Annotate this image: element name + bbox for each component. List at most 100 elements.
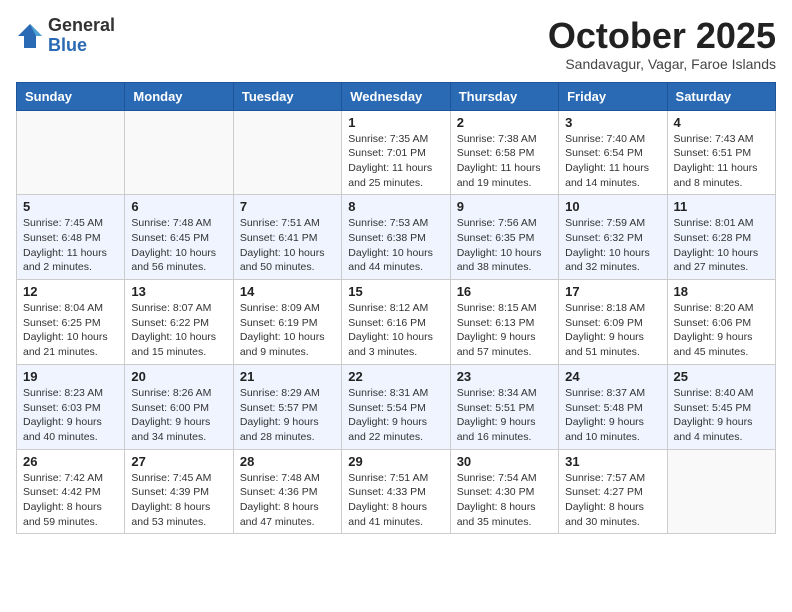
day-info: Sunrise: 8:15 AM Sunset: 6:13 PM Dayligh… xyxy=(457,301,552,360)
calendar-cell: 17Sunrise: 8:18 AM Sunset: 6:09 PM Dayli… xyxy=(559,280,667,365)
day-info: Sunrise: 7:56 AM Sunset: 6:35 PM Dayligh… xyxy=(457,216,552,275)
day-number: 3 xyxy=(565,115,660,130)
day-number: 16 xyxy=(457,284,552,299)
day-info: Sunrise: 8:40 AM Sunset: 5:45 PM Dayligh… xyxy=(674,386,769,445)
calendar-cell: 8Sunrise: 7:53 AM Sunset: 6:38 PM Daylig… xyxy=(342,195,450,280)
calendar-cell xyxy=(667,449,775,534)
calendar-cell: 30Sunrise: 7:54 AM Sunset: 4:30 PM Dayli… xyxy=(450,449,558,534)
day-number: 15 xyxy=(348,284,443,299)
day-number: 31 xyxy=(565,454,660,469)
week-row-4: 19 Sunrise: 8:23 AM Sunset: 6:03 PM Dayli… xyxy=(17,364,776,449)
day-number: 27 xyxy=(131,454,226,469)
day-info: Sunrise: 8:26 AM Sunset: 6:00 PM Dayligh… xyxy=(131,386,226,445)
day-info: Sunrise: 7:42 AM Sunset: 4:42 PM Dayligh… xyxy=(23,471,118,530)
calendar-cell xyxy=(233,110,341,195)
calendar-cell: 23 Sunrise: 8:34 AM Sunset: 5:51 PM Dayli… xyxy=(450,364,558,449)
day-info: Sunrise: 7:53 AM Sunset: 6:38 PM Dayligh… xyxy=(348,216,443,275)
day-number: 29 xyxy=(348,454,443,469)
day-info: Sunrise: 7:40 AM Sunset: 6:54 PM Dayligh… xyxy=(565,132,660,191)
day-number: 5 xyxy=(23,199,118,214)
calendar-cell: 13Sunrise: 8:07 AM Sunset: 6:22 PM Dayli… xyxy=(125,280,233,365)
day-info: Sunrise: 8:01 AM Sunset: 6:28 PM Dayligh… xyxy=(674,216,769,275)
title-block: October 2025 Sandavagur, Vagar, Faroe Is… xyxy=(548,16,776,72)
logo-icon xyxy=(16,22,44,50)
day-number: 21 xyxy=(240,369,335,384)
day-number: 2 xyxy=(457,115,552,130)
day-info: Sunrise: 8:23 AM Sunset: 6:03 PM Dayligh… xyxy=(23,386,118,445)
calendar-cell: 27 Sunrise: 7:45 AM Sunset: 4:39 PM Dayli… xyxy=(125,449,233,534)
day-info: Sunrise: 8:09 AM Sunset: 6:19 PM Dayligh… xyxy=(240,301,335,360)
day-number: 26 xyxy=(23,454,118,469)
calendar-cell xyxy=(125,110,233,195)
calendar-cell: 18 Sunrise: 8:20 AM Sunset: 6:06 PM Dayli… xyxy=(667,280,775,365)
day-info: Sunrise: 8:20 AM Sunset: 6:06 PM Dayligh… xyxy=(674,301,769,360)
logo-general: General xyxy=(48,15,115,35)
day-info: Sunrise: 7:45 AM Sunset: 6:48 PM Dayligh… xyxy=(23,216,118,275)
calendar-table: SundayMondayTuesdayWednesdayThursdayFrid… xyxy=(16,82,776,535)
day-info: Sunrise: 7:45 AM Sunset: 4:39 PM Dayligh… xyxy=(131,471,226,530)
day-info: Sunrise: 8:12 AM Sunset: 6:16 PM Dayligh… xyxy=(348,301,443,360)
weekday-header-saturday: Saturday xyxy=(667,82,775,110)
logo-text: General Blue xyxy=(48,16,115,56)
day-info: Sunrise: 7:35 AM Sunset: 7:01 PM Dayligh… xyxy=(348,132,443,191)
location-subtitle: Sandavagur, Vagar, Faroe Islands xyxy=(548,56,776,72)
weekday-header-sunday: Sunday xyxy=(17,82,125,110)
day-number: 1 xyxy=(348,115,443,130)
calendar-cell: 20 Sunrise: 8:26 AM Sunset: 6:00 PM Dayli… xyxy=(125,364,233,449)
calendar-cell: 16 Sunrise: 8:15 AM Sunset: 6:13 PM Dayli… xyxy=(450,280,558,365)
calendar-cell: 11Sunrise: 8:01 AM Sunset: 6:28 PM Dayli… xyxy=(667,195,775,280)
day-info: Sunrise: 7:43 AM Sunset: 6:51 PM Dayligh… xyxy=(674,132,769,191)
day-info: Sunrise: 8:07 AM Sunset: 6:22 PM Dayligh… xyxy=(131,301,226,360)
day-number: 9 xyxy=(457,199,552,214)
calendar-cell: 7 Sunrise: 7:51 AM Sunset: 6:41 PM Daylig… xyxy=(233,195,341,280)
calendar-cell: 22 Sunrise: 8:31 AM Sunset: 5:54 PM Dayli… xyxy=(342,364,450,449)
day-info: Sunrise: 8:37 AM Sunset: 5:48 PM Dayligh… xyxy=(565,386,660,445)
day-info: Sunrise: 8:34 AM Sunset: 5:51 PM Dayligh… xyxy=(457,386,552,445)
calendar-cell: 4 Sunrise: 7:43 AM Sunset: 6:51 PM Daylig… xyxy=(667,110,775,195)
day-number: 22 xyxy=(348,369,443,384)
weekday-header-wednesday: Wednesday xyxy=(342,82,450,110)
calendar-cell: 10 Sunrise: 7:59 AM Sunset: 6:32 PM Dayli… xyxy=(559,195,667,280)
weekday-header-thursday: Thursday xyxy=(450,82,558,110)
logo-blue: Blue xyxy=(48,35,87,55)
weekday-header-row: SundayMondayTuesdayWednesdayThursdayFrid… xyxy=(17,82,776,110)
day-info: Sunrise: 7:48 AM Sunset: 4:36 PM Dayligh… xyxy=(240,471,335,530)
calendar-cell: 26 Sunrise: 7:42 AM Sunset: 4:42 PM Dayli… xyxy=(17,449,125,534)
day-info: Sunrise: 7:38 AM Sunset: 6:58 PM Dayligh… xyxy=(457,132,552,191)
day-info: Sunrise: 7:48 AM Sunset: 6:45 PM Dayligh… xyxy=(131,216,226,275)
day-info: Sunrise: 7:51 AM Sunset: 4:33 PM Dayligh… xyxy=(348,471,443,530)
day-info: Sunrise: 8:04 AM Sunset: 6:25 PM Dayligh… xyxy=(23,301,118,360)
day-number: 17 xyxy=(565,284,660,299)
page-header: General Blue October 2025 Sandavagur, Va… xyxy=(16,16,776,72)
week-row-1: 1 Sunrise: 7:35 AM Sunset: 7:01 PM Daylig… xyxy=(17,110,776,195)
calendar-cell: 15 Sunrise: 8:12 AM Sunset: 6:16 PM Dayli… xyxy=(342,280,450,365)
calendar-cell: 28 Sunrise: 7:48 AM Sunset: 4:36 PM Dayli… xyxy=(233,449,341,534)
day-info: Sunrise: 7:59 AM Sunset: 6:32 PM Dayligh… xyxy=(565,216,660,275)
day-number: 7 xyxy=(240,199,335,214)
day-number: 19 xyxy=(23,369,118,384)
month-title: October 2025 xyxy=(548,16,776,56)
day-number: 18 xyxy=(674,284,769,299)
calendar-cell: 21 Sunrise: 8:29 AM Sunset: 5:57 PM Dayli… xyxy=(233,364,341,449)
weekday-header-tuesday: Tuesday xyxy=(233,82,341,110)
week-row-5: 26 Sunrise: 7:42 AM Sunset: 4:42 PM Dayli… xyxy=(17,449,776,534)
day-number: 20 xyxy=(131,369,226,384)
weekday-header-friday: Friday xyxy=(559,82,667,110)
day-number: 25 xyxy=(674,369,769,384)
day-number: 4 xyxy=(674,115,769,130)
day-info: Sunrise: 8:31 AM Sunset: 5:54 PM Dayligh… xyxy=(348,386,443,445)
day-number: 23 xyxy=(457,369,552,384)
day-number: 12 xyxy=(23,284,118,299)
day-number: 6 xyxy=(131,199,226,214)
day-number: 28 xyxy=(240,454,335,469)
calendar-cell: 5 Sunrise: 7:45 AM Sunset: 6:48 PM Daylig… xyxy=(17,195,125,280)
week-row-2: 5 Sunrise: 7:45 AM Sunset: 6:48 PM Daylig… xyxy=(17,195,776,280)
logo: General Blue xyxy=(16,16,115,56)
day-info: Sunrise: 7:51 AM Sunset: 6:41 PM Dayligh… xyxy=(240,216,335,275)
day-number: 10 xyxy=(565,199,660,214)
calendar-cell: 3 Sunrise: 7:40 AM Sunset: 6:54 PM Daylig… xyxy=(559,110,667,195)
calendar-cell: 19 Sunrise: 8:23 AM Sunset: 6:03 PM Dayli… xyxy=(17,364,125,449)
calendar-cell: 12 Sunrise: 8:04 AM Sunset: 6:25 PM Dayli… xyxy=(17,280,125,365)
day-info: Sunrise: 8:29 AM Sunset: 5:57 PM Dayligh… xyxy=(240,386,335,445)
calendar-cell xyxy=(17,110,125,195)
